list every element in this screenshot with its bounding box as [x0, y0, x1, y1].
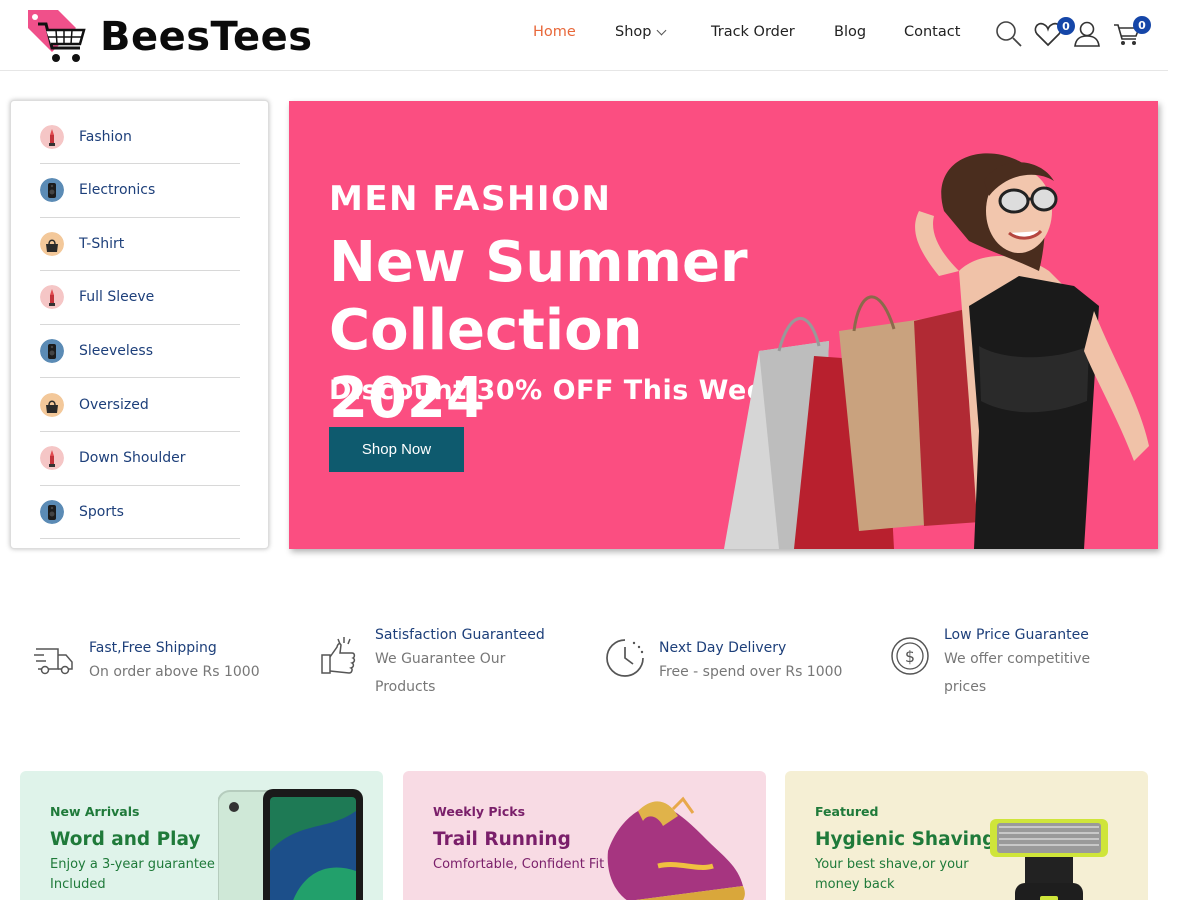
- category-label: Sleeveless: [79, 342, 153, 359]
- nav-shop-label: Shop: [615, 24, 652, 40]
- promo-card-new-arrivals[interactable]: New Arrivals Word and Play Enjoy a 3-yea…: [20, 771, 383, 900]
- cart-icon[interactable]: 0: [1113, 16, 1151, 48]
- site-header: BeesTees Home Shop Track Order Blog Cont…: [0, 0, 1168, 71]
- account-user-icon[interactable]: [1073, 20, 1101, 48]
- category-item-full-sleeve[interactable]: Full Sleeve: [40, 271, 240, 325]
- category-label: Full Sleeve: [79, 289, 155, 306]
- electric-shaver-image: [985, 771, 1148, 900]
- feature-desc: We offer competitive prices: [944, 651, 1091, 695]
- brand-logo[interactable]: BeesTees: [24, 6, 313, 68]
- promo-title: Hygienic Shaving: [815, 829, 996, 850]
- category-item-sleeveless[interactable]: Sleeveless: [40, 324, 240, 379]
- promo-card-weekly-picks[interactable]: Weekly Picks Trail Running Comfortable, …: [403, 771, 766, 900]
- lipstick-thumbnail-icon: [40, 285, 64, 310]
- nav-track-order[interactable]: Track Order: [711, 24, 795, 40]
- bag-thumbnail-icon: [40, 231, 64, 256]
- hero-banner: MEN FASHION New Summer Collection 2024 D…: [289, 101, 1158, 549]
- hero-eyebrow: MEN FASHION: [329, 179, 612, 219]
- feature-title: Fast,Free Shipping: [89, 640, 217, 656]
- nav-shop[interactable]: Shop: [615, 24, 667, 40]
- category-label: Electronics: [79, 182, 156, 199]
- category-label: Sports: [79, 503, 124, 520]
- bag-thumbnail-icon: [40, 392, 64, 417]
- speaker-thumbnail-icon: [40, 499, 64, 524]
- category-item-down-shoulder[interactable]: Down Shoulder: [40, 432, 240, 486]
- chevron-down-icon: [657, 25, 667, 35]
- feature-next-day-delivery: Next Day Delivery Free - spend over Rs 10…: [604, 638, 859, 686]
- hero-model-with-bags-image: [719, 101, 1158, 549]
- promo-card-featured[interactable]: Featured Hygienic Shaving Your best shav…: [785, 771, 1148, 900]
- lipstick-thumbnail-icon: [40, 446, 64, 471]
- speaker-thumbnail-icon: [40, 338, 64, 363]
- dollar-coin-icon: $: [889, 635, 931, 677]
- tablet-device-image: [217, 771, 383, 900]
- category-item-fashion[interactable]: Fashion: [40, 110, 240, 164]
- category-item-oversized[interactable]: Oversized: [40, 378, 240, 432]
- feature-desc: Free - spend over Rs 1000: [659, 664, 843, 680]
- cart-count-badge: 0: [1133, 16, 1151, 34]
- truck-icon: [34, 637, 76, 679]
- clock-icon: [604, 637, 646, 679]
- brand-name: BeesTees: [100, 14, 313, 60]
- nav-home[interactable]: Home: [533, 24, 576, 40]
- svg-text:$: $: [905, 647, 915, 666]
- promo-title: Trail Running: [433, 829, 571, 850]
- category-item-electronics[interactable]: Electronics: [40, 164, 240, 218]
- thumbs-up-icon: [320, 635, 362, 677]
- category-sidebar: Fashion Electronics T-Shirt Full Sleeve Slee…: [10, 100, 269, 549]
- lipstick-thumbnail-icon: [40, 124, 64, 149]
- promo-eyebrow: New Arrivals: [50, 804, 140, 819]
- feature-fast-free-shipping: Fast,Free Shipping On order above Rs 1000: [34, 638, 289, 686]
- category-label: Oversized: [79, 396, 149, 413]
- feature-desc: We Guarantee Our Products: [375, 651, 506, 695]
- promo-eyebrow: Weekly Picks: [433, 804, 526, 819]
- promo-title: Word and Play: [50, 829, 201, 850]
- nav-contact[interactable]: Contact: [904, 24, 960, 40]
- category-label: Down Shoulder: [79, 450, 186, 467]
- category-label: T-Shirt: [79, 235, 125, 252]
- feature-low-price-guarantee: $ Low Price Guarantee We offer competitive…: [889, 625, 1109, 701]
- feature-satisfaction-guaranteed: Satisfaction Guaranteed We Guarantee Our …: [320, 625, 545, 701]
- nav-blog[interactable]: Blog: [834, 24, 866, 40]
- feature-title: Satisfaction Guaranteed: [375, 627, 545, 643]
- hero-subtitle: Discount 30% OFF This Week: [329, 375, 785, 406]
- feature-title: Next Day Delivery: [659, 640, 787, 656]
- cart-tag-logo-icon: [24, 6, 90, 68]
- promo-desc: Enjoy a 3-year guarantee Included: [50, 857, 215, 892]
- feature-title: Low Price Guarantee: [944, 627, 1089, 643]
- category-label: Fashion: [79, 128, 132, 145]
- category-item-t-shirt[interactable]: T-Shirt: [40, 217, 240, 272]
- promo-desc: Your best shave,or your money back: [815, 857, 969, 892]
- promo-eyebrow: Featured: [815, 804, 879, 819]
- promo-desc: Comfortable, Confident Fit: [433, 857, 605, 872]
- shop-now-button[interactable]: Shop Now: [329, 427, 464, 472]
- running-shoe-image: [598, 771, 766, 900]
- wishlist-heart-icon[interactable]: 0: [1034, 17, 1075, 48]
- search-icon[interactable]: [995, 20, 1023, 48]
- speaker-thumbnail-icon: [40, 178, 64, 203]
- category-item-sports[interactable]: Sports: [40, 485, 240, 540]
- feature-desc: On order above Rs 1000: [89, 664, 260, 680]
